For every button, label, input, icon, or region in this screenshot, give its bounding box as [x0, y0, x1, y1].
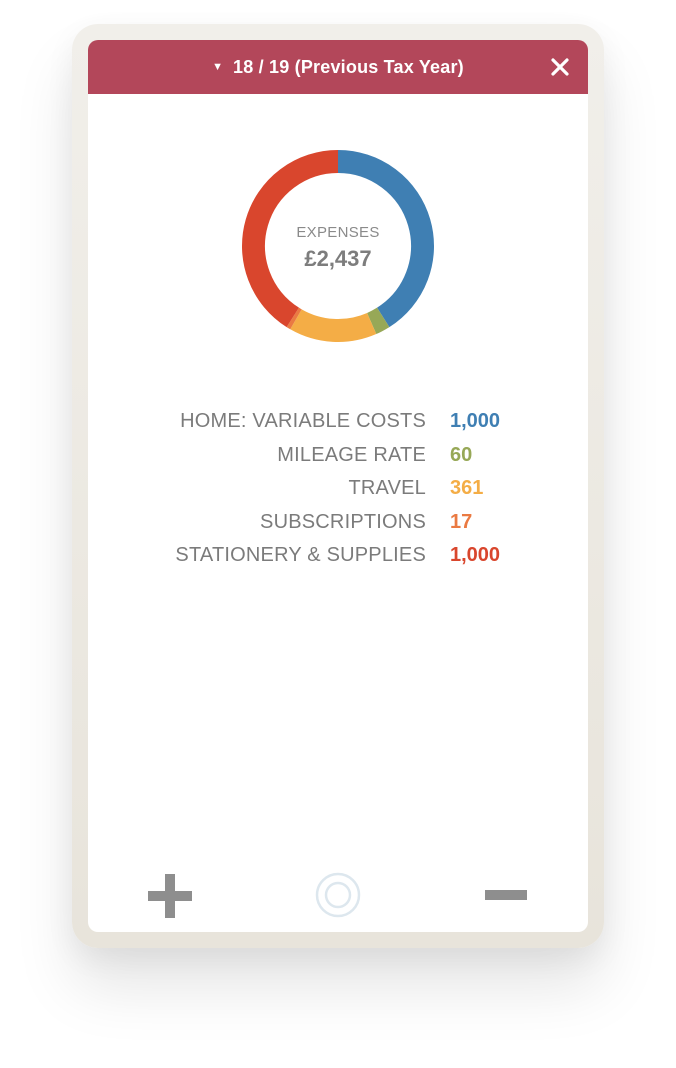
- close-button[interactable]: [546, 53, 574, 81]
- legend-category-value: 1,000: [450, 544, 501, 566]
- legend-category-name: STATIONERY & SUPPLIES: [175, 544, 426, 566]
- legend-row: MILEAGE RATE 60: [88, 442, 588, 476]
- center-button[interactable]: [315, 872, 361, 918]
- donut-center-total: £2,437: [304, 246, 372, 271]
- add-expense-button[interactable]: [146, 872, 194, 920]
- legend-category-name: TRAVEL: [348, 477, 426, 499]
- device-frame: ▼ 18 / 19 (Previous Tax Year) EXPENSES £…: [72, 24, 604, 948]
- donut-slice: [286, 307, 302, 330]
- tax-year-label: 18 / 19 (Previous Tax Year): [233, 56, 464, 77]
- donut-slice: [290, 309, 377, 342]
- legend-category-name: HOME: VARIABLE COSTS: [180, 410, 426, 432]
- donut-slice: [366, 307, 390, 335]
- app-screen: ▼ 18 / 19 (Previous Tax Year) EXPENSES £…: [88, 40, 588, 932]
- legend-category-value: 17: [450, 510, 473, 533]
- legend-category-value: 1,000: [450, 410, 501, 432]
- close-icon: [551, 58, 569, 76]
- legend-category-value: 361: [450, 477, 484, 499]
- legend-row: SUBSCRIPTIONS 17: [88, 509, 588, 543]
- expenses-donut-chart: EXPENSES £2,437: [238, 146, 438, 346]
- remove-expense-button[interactable]: [484, 888, 528, 902]
- legend-row: TRAVEL 361: [88, 475, 588, 509]
- plus-icon: [148, 874, 192, 918]
- legend-row: HOME: VARIABLE COSTS 1,000: [88, 408, 588, 442]
- bottom-toolbar: [88, 830, 588, 918]
- donut-center-label: EXPENSES: [296, 224, 380, 241]
- legend-row: STATIONERY & SUPPLIES 1,000: [88, 542, 588, 576]
- target-icon: [315, 872, 361, 918]
- legend-category-value: 60: [450, 443, 473, 466]
- expense-legend: HOME: VARIABLE COSTS 1,000 MILEAGE RATE 60 T…: [88, 408, 588, 576]
- legend-category-name: MILEAGE RATE: [277, 443, 426, 466]
- tax-year-header: ▼ 18 / 19 (Previous Tax Year): [88, 40, 588, 94]
- legend-category-name: SUBSCRIPTIONS: [260, 510, 426, 533]
- minus-icon: [485, 890, 527, 900]
- triangle-down-icon: ▼: [212, 60, 223, 73]
- tax-year-selector[interactable]: ▼ 18 / 19 (Previous Tax Year): [88, 40, 528, 94]
